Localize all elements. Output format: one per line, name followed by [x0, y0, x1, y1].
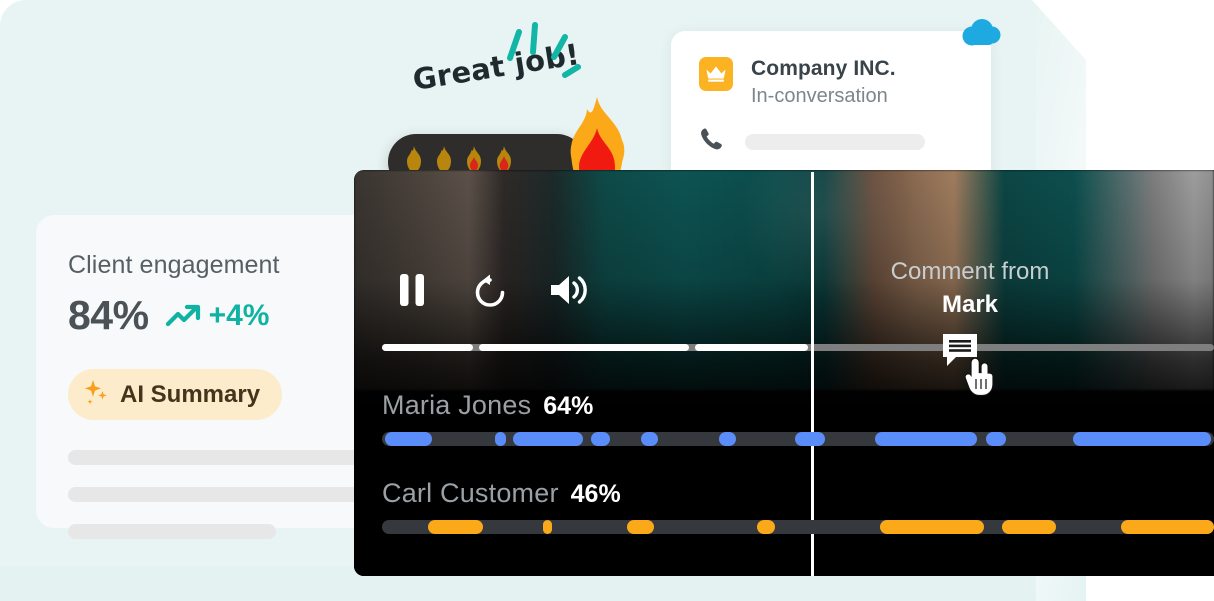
screenshot-root: Client engagement 84% +4% AI Summary Com… — [0, 0, 1214, 601]
progress-segment — [382, 344, 473, 351]
speaker-timeline[interactable] — [382, 520, 1214, 534]
placeholder-line — [68, 524, 276, 539]
speaker-row-carl-customer: Carl Customer 46% — [382, 478, 1214, 534]
company-card[interactable]: Company INC. In-conversation — [671, 31, 991, 179]
company-phone-row — [699, 126, 991, 157]
video-progress-bar[interactable] — [382, 344, 1214, 351]
timeline-segment — [513, 432, 584, 446]
timeline-segment — [1072, 432, 1211, 446]
progress-segment — [478, 344, 689, 351]
speaker-header: Maria Jones 64% — [382, 390, 1214, 421]
speaker-name: Maria Jones — [382, 390, 532, 420]
volume-button[interactable] — [548, 272, 590, 308]
pause-button[interactable] — [396, 272, 428, 308]
phone-icon — [699, 126, 725, 157]
timeline-segment — [874, 432, 977, 446]
speaker-timeline[interactable] — [382, 432, 1214, 446]
comment-callout: Comment from Mark — [855, 258, 1085, 319]
company-header: Company INC. In-conversation — [699, 57, 991, 108]
company-status: In-conversation — [751, 85, 888, 107]
comment-author: Mark — [941, 291, 999, 318]
phone-number-placeholder — [745, 133, 925, 150]
timeline-segment — [543, 520, 552, 534]
timeline-segment — [718, 432, 737, 446]
timeline-segment — [627, 520, 655, 534]
timeline-segment — [495, 432, 506, 446]
timeline-segment — [640, 432, 659, 446]
cloud-icon — [957, 18, 1003, 57]
engagement-delta: +4% — [165, 298, 270, 333]
engagement-value: 84% — [68, 292, 149, 338]
ai-summary-label: AI Summary — [120, 380, 261, 408]
speaker-percent: 46% — [570, 480, 621, 508]
timeline-segment — [385, 432, 432, 446]
timeline-segment — [427, 520, 483, 534]
timeline-segment — [986, 432, 1006, 446]
timeline-segment — [1001, 520, 1056, 534]
ai-summary-badge[interactable]: AI Summary — [68, 369, 283, 420]
timeline-segment — [757, 520, 775, 534]
progress-segment — [694, 344, 808, 351]
sparkles-icon — [84, 378, 110, 411]
trend-up-icon — [165, 303, 205, 329]
crown-icon — [699, 57, 733, 91]
sparkle-burst-icon — [497, 20, 587, 95]
timeline-segment — [794, 432, 825, 446]
engagement-delta-value: +4% — [208, 298, 270, 332]
placeholder-line — [68, 450, 398, 465]
placeholder-line — [68, 487, 398, 502]
company-name: Company INC. — [751, 57, 896, 80]
timeline-segment — [590, 432, 610, 446]
speaker-name: Carl Customer — [382, 478, 559, 508]
speaker-row-maria-jones: Maria Jones 64% — [382, 390, 1214, 446]
timeline-segment — [879, 520, 984, 534]
speaker-header: Carl Customer 46% — [382, 478, 1214, 509]
company-text: Company INC. In-conversation — [751, 57, 896, 108]
replay-button[interactable] — [470, 272, 510, 312]
timeline-segment — [1120, 520, 1214, 534]
speaker-percent: 64% — [543, 392, 594, 420]
comment-from-label: Comment from — [890, 258, 1050, 285]
